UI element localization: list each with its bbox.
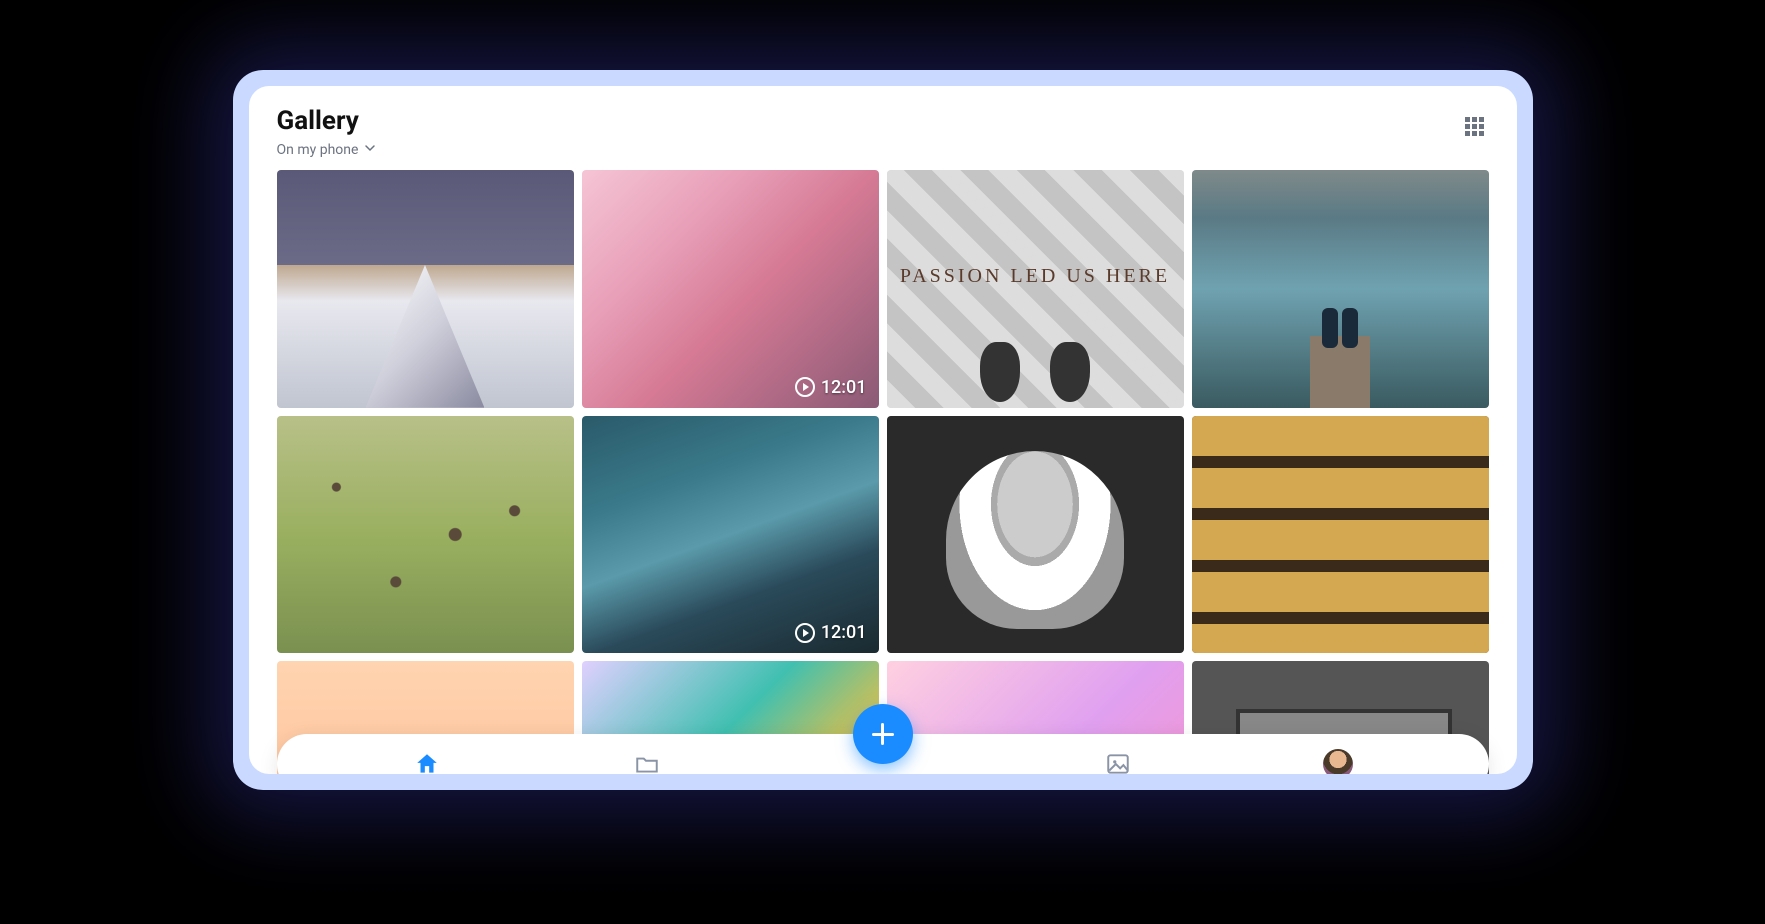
app-screen: Gallery On my phone: [249, 86, 1517, 774]
gallery-item[interactable]: 12:01: [582, 416, 879, 654]
play-icon: [795, 377, 815, 397]
nav-profile-avatar[interactable]: [1323, 749, 1353, 774]
grid-icon: [1465, 117, 1484, 136]
nav-files-button[interactable]: [632, 749, 662, 774]
gallery-item[interactable]: [1192, 170, 1489, 408]
header-left: Gallery On my phone: [277, 106, 377, 158]
nav-home-button[interactable]: [412, 749, 442, 774]
home-icon: [414, 751, 440, 774]
gallery-item[interactable]: [1192, 416, 1489, 654]
image-icon: [1105, 751, 1131, 774]
video-duration: 12:01: [821, 622, 867, 643]
video-badge: 12:01: [795, 377, 867, 398]
play-icon: [795, 623, 815, 643]
source-filter-label: On my phone: [277, 142, 359, 158]
folder-icon: [634, 751, 660, 774]
nav-photos-button[interactable]: [1103, 749, 1133, 774]
gallery-grid: 12:01 PASSION LED US HERE 12:01: [249, 158, 1517, 774]
video-duration: 12:01: [821, 377, 867, 398]
gallery-item[interactable]: [277, 170, 574, 408]
video-badge: 12:01: [795, 622, 867, 643]
add-fab-button[interactable]: [853, 704, 913, 764]
gallery-item[interactable]: PASSION LED US HERE: [887, 170, 1184, 408]
page-title: Gallery: [277, 106, 377, 136]
image-caption: PASSION LED US HERE: [887, 265, 1184, 288]
gallery-item[interactable]: 12:01: [582, 170, 879, 408]
device-frame: Gallery On my phone: [233, 70, 1533, 790]
grid-view-button[interactable]: [1461, 112, 1489, 140]
source-filter-dropdown[interactable]: On my phone: [277, 142, 377, 158]
gallery-item[interactable]: [887, 416, 1184, 654]
gallery-item[interactable]: [277, 416, 574, 654]
header: Gallery On my phone: [249, 86, 1517, 158]
chevron-down-icon: [364, 142, 376, 158]
